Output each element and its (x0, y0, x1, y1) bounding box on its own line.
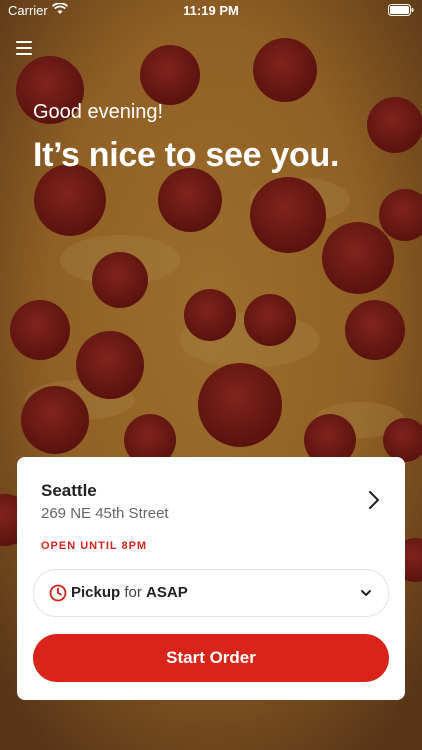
greeting-text: Good evening! (33, 101, 164, 123)
store-selector[interactable]: Seattle 269 NE 45th Street (17, 457, 405, 537)
store-name: Seattle (41, 481, 97, 500)
menu-button[interactable] (14, 38, 36, 58)
store-card: Seattle 269 NE 45th Street OPEN UNTIL 8P… (17, 457, 405, 700)
order-method: Pickup (71, 584, 121, 601)
hamburger-menu-icon (16, 41, 32, 55)
welcome-headline: It’s nice to see you. (33, 136, 340, 174)
battery-icon (388, 4, 414, 16)
order-type-selector[interactable]: Pickup for ASAP (33, 569, 389, 617)
store-address: 269 NE 45th Street (41, 505, 169, 522)
status-bar: Carrier 11:19 PM (0, 0, 422, 22)
status-time: 11:19 PM (183, 3, 239, 18)
order-time: ASAP (146, 584, 188, 601)
chevron-right-icon (369, 491, 379, 509)
chevron-down-icon (361, 590, 371, 596)
start-order-button[interactable]: Start Order (33, 634, 389, 682)
order-summary: Pickup for ASAP (71, 584, 188, 601)
order-connector: for (124, 584, 142, 601)
store-hours-status: OPEN UNTIL 8PM (41, 540, 148, 552)
clock-icon (49, 584, 67, 602)
